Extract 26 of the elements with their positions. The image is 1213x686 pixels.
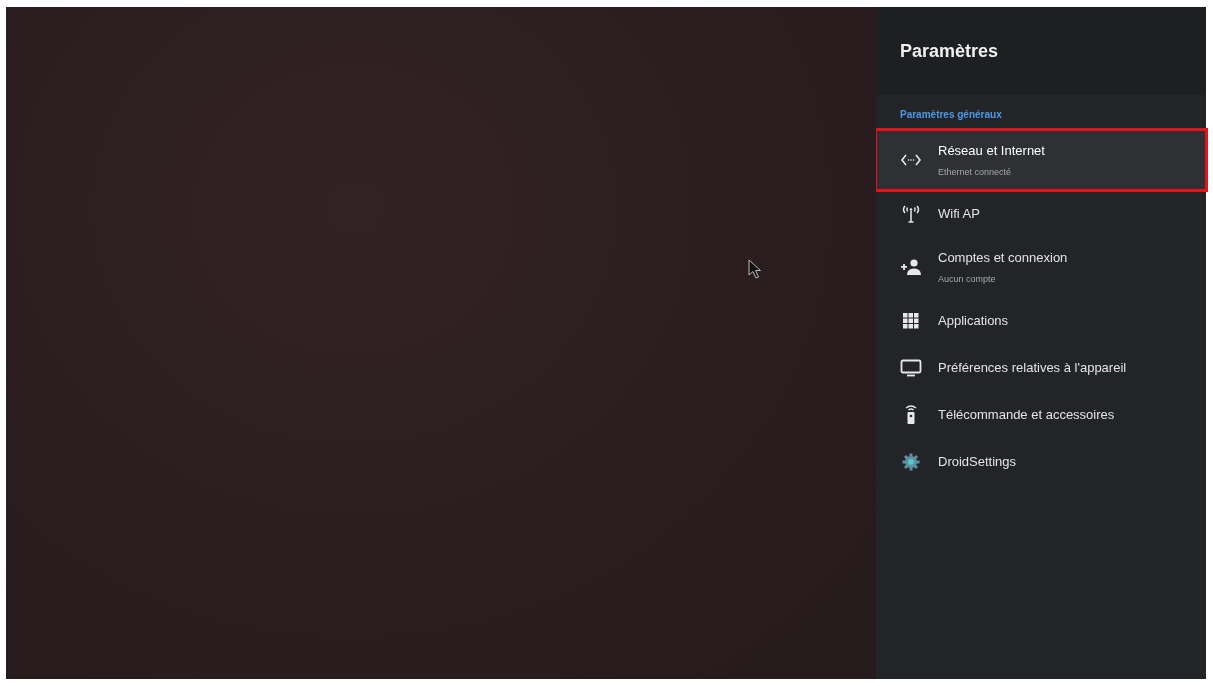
item-label: Télécommande et accessoires (938, 405, 1115, 424)
app-grid-icon (903, 312, 919, 329)
item-sublabel: Aucun compte (938, 272, 997, 286)
remote-icon (904, 404, 918, 425)
settings-item[interactable]: Télécommande et accessoires (876, 391, 1206, 438)
person-add-icon (900, 259, 922, 275)
item-label: Préférences relatives à l'appareil (938, 358, 1127, 377)
gear-icon (902, 452, 920, 471)
panel-title: Paramètres (900, 39, 999, 63)
code-brackets-icon (901, 154, 921, 166)
item-label: DroidSettings (938, 452, 1017, 471)
settings-item[interactable]: Wifi AP (876, 190, 1206, 237)
pointer-icon (748, 259, 762, 279)
settings-item[interactable]: Réseau et Internet Ethernet connecté (876, 130, 1206, 190)
section-heading: Paramètres généraux (899, 108, 1003, 122)
settings-item[interactable]: Applications (876, 297, 1206, 344)
antenna-icon (901, 204, 921, 223)
item-label: Applications (938, 311, 1009, 330)
item-label: Réseau et Internet (938, 142, 1045, 160)
item-sublabel: Ethernet connecté (938, 165, 1013, 179)
item-label: Comptes et connexion (938, 249, 1068, 267)
tv-icon (900, 358, 922, 377)
settings-item[interactable]: Préférences relatives à l'appareil (876, 344, 1206, 391)
item-label: Wifi AP (938, 204, 980, 223)
settings-item[interactable]: DroidSettings (876, 438, 1206, 485)
settings-item[interactable]: Comptes et connexion Aucun compte (876, 237, 1206, 297)
